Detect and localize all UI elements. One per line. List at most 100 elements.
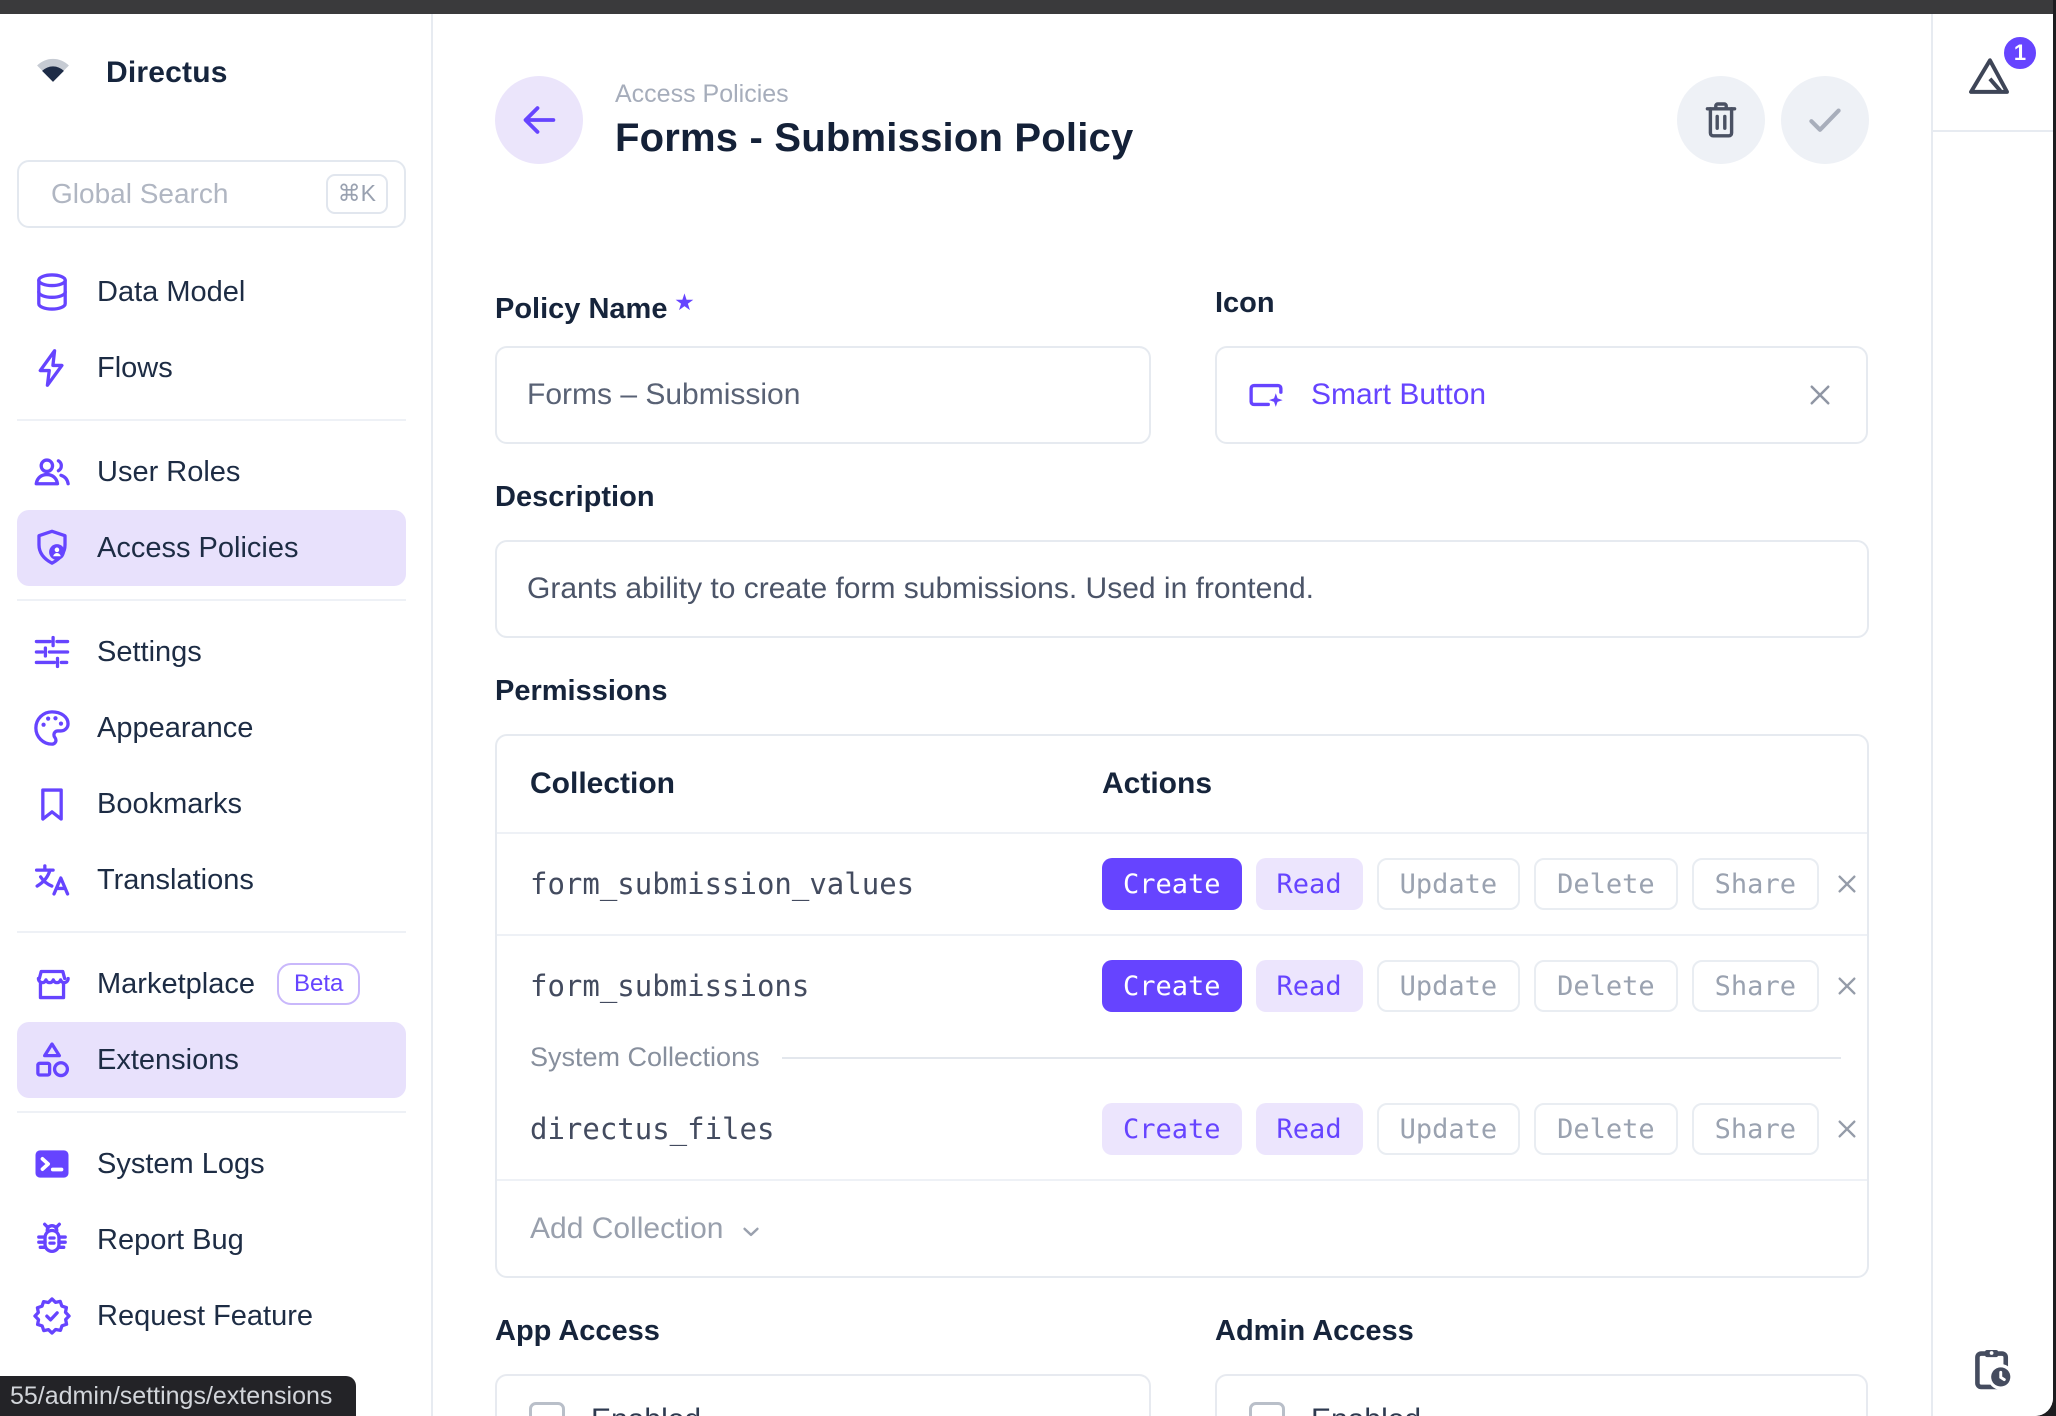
breadcrumb[interactable]: Access Policies bbox=[615, 80, 1133, 109]
check-icon bbox=[1801, 96, 1849, 144]
sidebar-item-flows[interactable]: Flows bbox=[17, 330, 406, 406]
admin-access-label: Admin Access bbox=[1215, 1314, 1868, 1348]
sidebar-item-label: Translations bbox=[97, 864, 254, 897]
action-chip-update[interactable]: Update bbox=[1377, 960, 1521, 1012]
action-chip-share[interactable]: Share bbox=[1692, 1103, 1819, 1155]
permissions-label: Permissions bbox=[495, 674, 1869, 708]
policy-name-field: Policy Name★ bbox=[495, 286, 1151, 444]
sidebar-item-request-feature[interactable]: Request Feature bbox=[17, 1278, 406, 1354]
seal-check-icon bbox=[30, 1294, 74, 1338]
admin-access-checkbox[interactable] bbox=[1249, 1402, 1285, 1416]
add-collection-button[interactable]: Add Collection bbox=[497, 1179, 1867, 1276]
sidebar-item-label: Data Model bbox=[97, 276, 245, 309]
remove-collection-button[interactable] bbox=[1831, 970, 1863, 1002]
search-input[interactable] bbox=[49, 177, 326, 211]
action-chip-delete[interactable]: Delete bbox=[1534, 858, 1678, 910]
action-chip-share[interactable]: Share bbox=[1692, 960, 1819, 1012]
group-divider-line bbox=[782, 1057, 1841, 1059]
group-label: System Collections bbox=[530, 1042, 760, 1073]
page-title: Forms - Submission Policy bbox=[615, 116, 1133, 161]
search-shortcut-badge: ⌘K bbox=[326, 174, 388, 214]
sidebar-item-system-logs[interactable]: System Logs bbox=[17, 1126, 406, 1202]
action-chip-read[interactable]: Read bbox=[1256, 1103, 1363, 1155]
chevron-down-icon bbox=[737, 1218, 765, 1246]
action-chip-read[interactable]: Read bbox=[1256, 858, 1363, 910]
notifications-cell[interactable]: 1 bbox=[1933, 14, 2053, 132]
add-collection-label: Add Collection bbox=[530, 1212, 723, 1246]
policy-name-input[interactable] bbox=[525, 377, 1121, 413]
notification-count-badge: 1 bbox=[2001, 34, 2039, 72]
action-chip-delete[interactable]: Delete bbox=[1534, 1103, 1678, 1155]
remove-collection-button[interactable] bbox=[1831, 1113, 1863, 1145]
action-chip-delete[interactable]: Delete bbox=[1534, 960, 1678, 1012]
permission-row-form_submissions: form_submissionsCreate Read UpdateDelete Sh… bbox=[497, 934, 1867, 1036]
clear-icon-button[interactable] bbox=[1802, 377, 1838, 413]
sidebar-item-bookmarks[interactable]: Bookmarks bbox=[17, 766, 406, 842]
policy-form: Policy Name★ Icon Smart bbox=[495, 286, 1869, 1416]
sidebar-item-user-roles[interactable]: User Roles bbox=[17, 434, 406, 510]
collection-name: form_submission_values bbox=[530, 867, 1102, 901]
access-section: App Access Enabled Admin Access Enabled bbox=[495, 1314, 1869, 1416]
action-chip-update[interactable]: Update bbox=[1377, 1103, 1521, 1155]
action-chip-create[interactable]: Create bbox=[1102, 858, 1242, 910]
action-chips: Create Read UpdateDelete Share bbox=[1102, 960, 1819, 1012]
collection-column-header: Collection bbox=[530, 767, 1102, 801]
sidebar-item-label: Flows bbox=[97, 352, 173, 385]
main-content: Access Policies Forms - Submission Polic… bbox=[433, 14, 1931, 1416]
icon-field: Icon Smart Button bbox=[1215, 286, 1868, 444]
sidebar-item-label: Access Policies bbox=[97, 532, 298, 565]
logo-row[interactable]: Directus bbox=[30, 50, 431, 96]
app-title: Directus bbox=[106, 56, 228, 90]
permissions-rows: form_submission_valuesCreateReadUpdateDe… bbox=[497, 834, 1867, 1179]
system-collections-group: System Collections bbox=[497, 1036, 1867, 1079]
sidebar-item-marketplace[interactable]: MarketplaceBeta bbox=[17, 946, 406, 1022]
beta-badge: Beta bbox=[277, 963, 360, 1005]
app-access-field: App Access Enabled bbox=[495, 1314, 1151, 1416]
delete-button[interactable] bbox=[1677, 76, 1765, 164]
app-access-box: Enabled bbox=[495, 1374, 1151, 1416]
sidebar-divider bbox=[17, 931, 406, 933]
action-chip-share[interactable]: Share bbox=[1692, 858, 1819, 910]
sidebar-item-data-model[interactable]: Data Model bbox=[17, 254, 406, 330]
sidebar-item-label: Report Bug bbox=[97, 1224, 244, 1257]
action-chip-create[interactable]: Create bbox=[1102, 960, 1242, 1012]
collection-name: directus_files bbox=[530, 1112, 1102, 1146]
title-block: Access Policies Forms - Submission Polic… bbox=[615, 80, 1133, 161]
back-button[interactable] bbox=[495, 76, 583, 164]
app-access-checkbox-label: Enabled bbox=[591, 1403, 701, 1416]
global-search[interactable]: ⌘K bbox=[17, 160, 406, 228]
activity-panel-button[interactable] bbox=[1967, 1344, 2017, 1394]
bug-icon bbox=[30, 1218, 74, 1262]
right-sidebar: 1 bbox=[1931, 14, 2053, 1416]
shield-user-icon bbox=[30, 526, 74, 570]
action-chip-update[interactable]: Update bbox=[1377, 858, 1521, 910]
sidebar-item-report-bug[interactable]: Report Bug bbox=[17, 1202, 406, 1278]
action-chip-read[interactable]: Read bbox=[1256, 960, 1363, 1012]
permissions-table: Collection Actions form_submission_value… bbox=[495, 734, 1869, 1278]
policy-name-label: Policy Name★ bbox=[495, 286, 1151, 320]
sidebar-item-translations[interactable]: Translations bbox=[17, 842, 406, 918]
sidebar: Directus ⌘K Data Model Flows User Roles Acc… bbox=[0, 14, 433, 1416]
sidebar-item-settings[interactable]: Settings bbox=[17, 614, 406, 690]
admin-access-field: Admin Access Enabled bbox=[1215, 1314, 1868, 1416]
collection-name: form_submissions bbox=[530, 969, 1102, 1003]
save-button[interactable] bbox=[1781, 76, 1869, 164]
sidebar-item-extensions[interactable]: Extensions bbox=[17, 1022, 406, 1098]
app-access-checkbox[interactable] bbox=[529, 1402, 565, 1416]
category-icon bbox=[30, 1038, 74, 1082]
clipboard-clock-icon bbox=[1967, 1344, 2017, 1394]
description-field: Description bbox=[495, 480, 1869, 638]
sidebar-item-appearance[interactable]: Appearance bbox=[17, 690, 406, 766]
translate-icon bbox=[30, 858, 74, 902]
permissions-section: Permissions Collection Actions form_subm… bbox=[495, 674, 1869, 1278]
remove-collection-button[interactable] bbox=[1831, 868, 1863, 900]
icon-select[interactable]: Smart Button bbox=[1215, 346, 1868, 444]
action-chips: Create Read UpdateDelete Share bbox=[1102, 858, 1819, 910]
action-chip-create[interactable]: Create bbox=[1102, 1103, 1242, 1155]
sidebar-item-access-policies[interactable]: Access Policies bbox=[17, 510, 406, 586]
sidebar-item-label: Appearance bbox=[97, 712, 253, 745]
permission-row-directus_files: directus_filesCreate Read UpdateDelete Shar… bbox=[497, 1079, 1867, 1179]
sidebar-item-label: Settings bbox=[97, 636, 202, 669]
description-input[interactable] bbox=[525, 571, 1839, 607]
database-icon bbox=[30, 270, 74, 314]
